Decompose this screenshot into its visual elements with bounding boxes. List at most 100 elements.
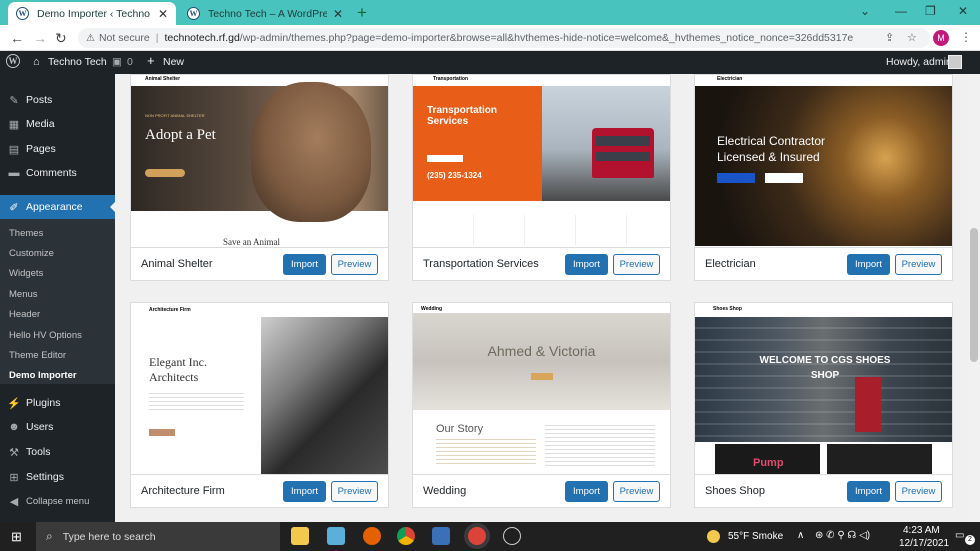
profile-avatar[interactable]: M <box>933 30 949 46</box>
firefox-icon[interactable] <box>363 527 381 545</box>
tab-techno-tech[interactable]: W Techno Tech – A WordPress Guy ✕ <box>179 2 351 25</box>
windows-start-icon[interactable]: ⊞ <box>11 529 22 545</box>
new-content-link[interactable]: New <box>163 56 184 68</box>
submenu-themes[interactable]: Themes <box>9 228 43 239</box>
theme-card-footer: Animal Shelter Import Preview <box>131 247 388 280</box>
submenu-demo-importer[interactable]: Demo Importer <box>9 370 77 381</box>
back-icon[interactable]: ← <box>10 30 24 46</box>
howdy-link[interactable]: Howdy, admin <box>886 56 952 68</box>
warning-icon: ⚠ <box>86 32 95 44</box>
wordpress-logo-icon[interactable]: W <box>6 54 20 68</box>
preview-hero-text: Elegant Inc. Architects <box>149 355 207 384</box>
file-explorer-icon[interactable] <box>291 527 309 545</box>
theme-name: Wedding <box>423 485 467 497</box>
preview-button[interactable]: Preview <box>895 480 942 502</box>
theme-card-footer: Transportation Services Import Preview <box>413 247 670 280</box>
theme-screenshot[interactable]: Animal Shelter NON PROFIT ANIMAL SHELTER… <box>131 75 388 248</box>
weather-text[interactable]: 55°F Smoke <box>728 531 783 542</box>
import-button[interactable]: Import <box>565 480 608 502</box>
sidebar-item-tools[interactable]: ⚒ Tools <box>0 440 115 464</box>
plus-icon: + <box>147 53 155 68</box>
brush-icon: ✐ <box>9 201 19 214</box>
theme-card-transportation-services: Transportation Transportation Services (… <box>412 74 671 281</box>
sidebar-item-comments[interactable]: ▬ Comments <box>0 161 115 185</box>
chrome-icon[interactable] <box>397 527 415 545</box>
menu-kebab-icon[interactable]: ⋮ <box>960 30 972 44</box>
couple-photo <box>413 313 670 410</box>
theme-name: Transportation Services <box>423 258 539 270</box>
sidebar-item-posts[interactable]: ✎ Posts <box>0 88 115 112</box>
new-tab-button[interactable]: + <box>357 3 367 23</box>
theme-screenshot[interactable]: Wedding Ahmed & Victoria Our Story <box>413 303 670 475</box>
clock-time[interactable]: 4:23 AM <box>903 525 940 536</box>
taskbar-search-input[interactable]: ⌕ Type here to search <box>36 522 280 551</box>
import-button[interactable]: Import <box>565 253 608 275</box>
preview-button[interactable]: Preview <box>613 253 660 275</box>
theme-screenshot[interactable]: Architecture Firm Elegant Inc. Architect… <box>131 303 388 475</box>
import-button[interactable]: Import <box>847 480 890 502</box>
forward-icon[interactable]: → <box>33 30 47 46</box>
collapse-menu-button[interactable]: ◀ Collapse menu <box>0 489 115 513</box>
reload-icon[interactable]: ↻ <box>55 30 67 47</box>
close-icon[interactable]: ✕ <box>158 7 168 21</box>
scrollbar-thumb[interactable] <box>970 228 978 362</box>
import-button[interactable]: Import <box>847 253 890 275</box>
submenu-menus[interactable]: Menus <box>9 289 38 300</box>
admin-sidebar: ✎ Posts ▦ Media ▤ Pages ▬ Comments ✐ Appearan… <box>0 74 116 522</box>
restore-icon[interactable]: ❐ <box>925 4 936 18</box>
sidebar-item-appearance[interactable]: ✐ Appearance <box>0 195 116 219</box>
theme-card-architecture-firm: Architecture Firm Elegant Inc. Architect… <box>130 302 389 508</box>
tab-demo-importer[interactable]: W Demo Importer ‹ Techno Tech — ✕ <box>8 2 176 25</box>
notepad-icon[interactable] <box>327 527 345 545</box>
import-button[interactable]: Import <box>283 253 326 275</box>
theme-card-footer: Architecture Firm Import Preview <box>131 474 388 507</box>
sidebar-item-settings[interactable]: ⊞ Settings <box>0 465 115 489</box>
chrome-profile-icon[interactable] <box>468 527 486 545</box>
close-icon[interactable]: ✕ <box>333 7 343 21</box>
preview-button[interactable]: Preview <box>613 480 660 502</box>
app-icon[interactable] <box>432 527 450 545</box>
submenu-theme-editor[interactable]: Theme Editor <box>9 350 66 361</box>
import-button[interactable]: Import <box>283 480 326 502</box>
chevron-up-icon[interactable]: ∧ <box>797 530 804 541</box>
chevron-down-icon[interactable]: ⌄ <box>860 4 870 18</box>
sidebar-item-media[interactable]: ▦ Media <box>0 112 115 136</box>
sidebar-item-pages[interactable]: ▤ Pages <box>0 137 115 161</box>
theme-card-animal-shelter: Animal Shelter NON PROFIT ANIMAL SHELTER… <box>130 74 389 281</box>
share-icon[interactable]: ⇪ <box>885 31 894 44</box>
obs-icon[interactable] <box>503 527 521 545</box>
tray-icons[interactable]: ⊛ ✆ ⚲ ☊ ◁) <box>815 530 870 541</box>
wordpress-icon: W <box>16 7 29 20</box>
sidebar-item-plugins[interactable]: ⚡ Plugins <box>0 391 115 415</box>
url-input[interactable]: ⚠ Not secure | technotech.rf.gd/wp-admin… <box>78 28 930 48</box>
clock-date[interactable]: 12/17/2021 <box>899 538 949 549</box>
submenu-hello-hv-options[interactable]: Hello HV Options <box>9 330 82 341</box>
theme-screenshot[interactable]: Electrician Electrical Contractor Licens… <box>695 75 952 248</box>
preview-button[interactable]: Preview <box>895 253 942 275</box>
submenu-widgets[interactable]: Widgets <box>9 268 43 279</box>
preview-brand: Transportation <box>433 76 469 82</box>
sidebar-item-users[interactable]: ☻ Users <box>0 415 115 439</box>
not-secure-label: Not secure <box>98 32 150 44</box>
wordpress-icon: W <box>187 7 200 20</box>
theme-name: Architecture Firm <box>141 485 225 497</box>
theme-screenshot[interactable]: Shoes Shop WELCOME TO CGS SHOES SHOP Pum… <box>695 303 952 475</box>
submenu-customize[interactable]: Customize <box>9 248 54 259</box>
site-name-link[interactable]: Techno Tech <box>48 56 107 68</box>
preview-button[interactable]: Preview <box>331 253 378 275</box>
plug-icon: ⚡ <box>7 397 21 410</box>
theme-screenshot[interactable]: Transportation Transportation Services (… <box>413 75 670 248</box>
avatar[interactable] <box>948 55 962 69</box>
notification-icon[interactable]: ▭ <box>955 530 964 541</box>
submenu-header[interactable]: Header <box>9 309 40 320</box>
close-window-icon[interactable]: ✕ <box>958 4 968 18</box>
search-icon: ⌕ <box>46 529 53 543</box>
minimize-icon[interactable]: — <box>895 4 907 18</box>
lightbulb-photo <box>695 86 952 246</box>
star-icon[interactable]: ☆ <box>907 31 917 44</box>
comment-bubble-icon[interactable]: ▣ <box>112 56 122 68</box>
theme-card-footer: Electrician Import Preview <box>695 247 952 280</box>
url-path: /wp-admin/themes.php?page=demo-importer&… <box>239 32 854 44</box>
page-scrollbar[interactable] <box>968 74 980 522</box>
preview-button[interactable]: Preview <box>331 480 378 502</box>
